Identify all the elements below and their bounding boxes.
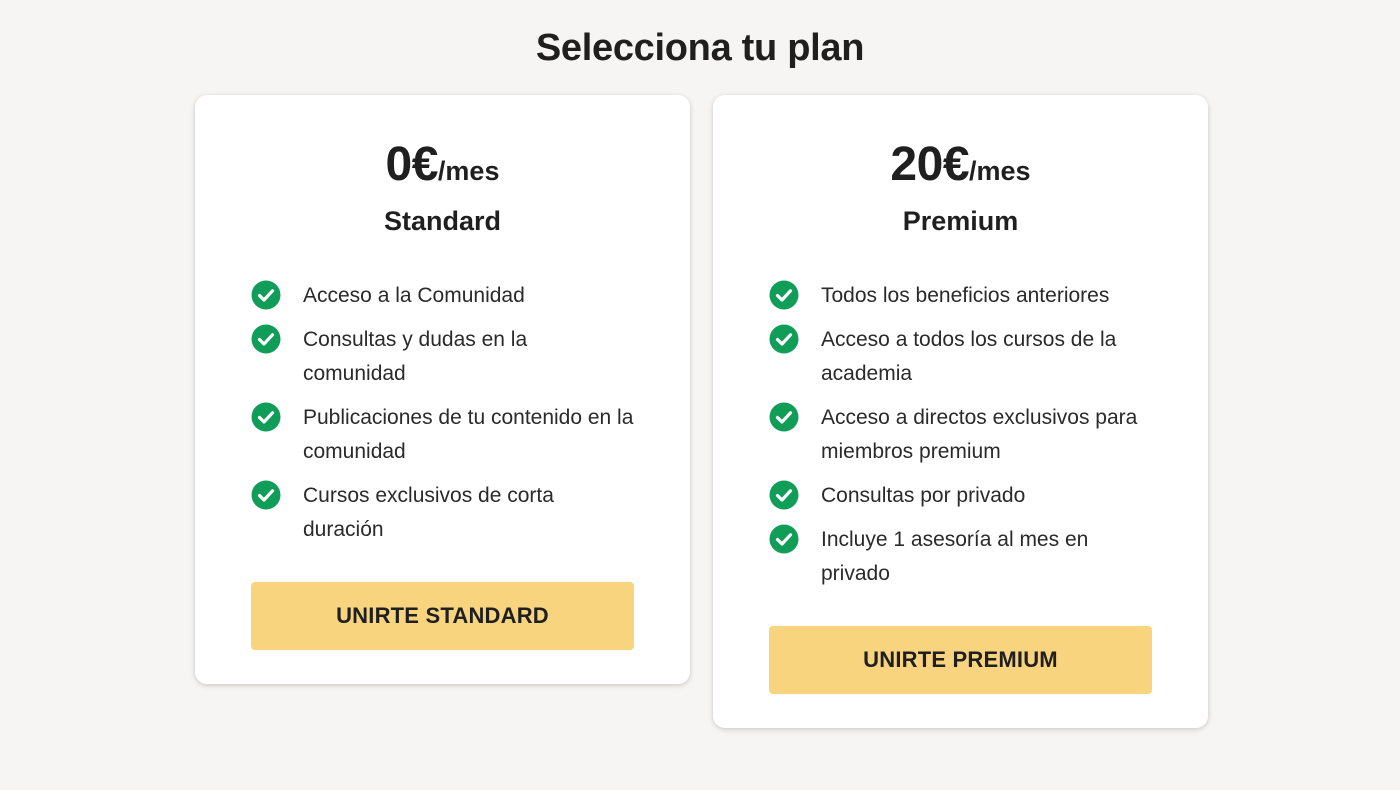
check-circle-icon [251, 324, 281, 354]
feature-item: Acceso a la Comunidad [251, 279, 634, 313]
price: 0€/mes [251, 137, 634, 193]
check-circle-icon [769, 402, 799, 432]
plan-name: Standard [383, 206, 502, 236]
feature-text: Publicaciones de tu contenido en la comu… [303, 406, 634, 463]
feature-text: Incluye 1 asesoría al mes en privado [821, 528, 1089, 585]
check-circle-icon [769, 324, 799, 354]
check-circle-icon [251, 480, 281, 510]
feature-item: Todos los beneficios anteriores [769, 279, 1152, 313]
price-period: /mes [969, 156, 1031, 186]
feature-text: Acceso a la Comunidad [303, 284, 525, 307]
feature-text: Consultas por privado [821, 484, 1026, 507]
plans-container: 0€/mes Standard Acceso a la Comunidad Co… [195, 95, 1208, 728]
plan-name: Premium [902, 206, 1019, 236]
feature-item: Publicaciones de tu contenido en la comu… [251, 401, 634, 469]
feature-text: Consultas y dudas en la comunidad [303, 328, 528, 385]
feature-text: Cursos exclusivos de corta duración [303, 484, 554, 541]
feature-item: Cursos exclusivos de corta duración [251, 479, 634, 547]
page-title: Selecciona tu plan [535, 27, 865, 69]
check-circle-icon [251, 280, 281, 310]
check-circle-icon [251, 402, 281, 432]
feature-text: Acceso a directos exclusivos para miembr… [821, 406, 1138, 463]
price: 20€/mes [769, 137, 1152, 193]
plan-card-standard: 0€/mes Standard Acceso a la Comunidad Co… [195, 95, 690, 684]
feature-item: Incluye 1 asesoría al mes en privado [769, 523, 1152, 591]
price-amount: 0€ [385, 138, 439, 191]
feature-item: Acceso a todos los cursos de la academia [769, 323, 1152, 391]
feature-text: Acceso a todos los cursos de la academia [821, 328, 1117, 385]
check-circle-icon [769, 480, 799, 510]
check-circle-icon [769, 524, 799, 554]
price-amount: 20€ [890, 138, 970, 191]
feature-item: Consultas y dudas en la comunidad [251, 323, 634, 391]
feature-text: Todos los beneficios anteriores [821, 284, 1110, 307]
join-premium-button[interactable]: UNIRTE PREMIUM [769, 626, 1152, 694]
check-circle-icon [769, 280, 799, 310]
feature-item: Acceso a directos exclusivos para miembr… [769, 401, 1152, 469]
price-period: /mes [437, 156, 500, 186]
feature-list: Acceso a la Comunidad Consultas y dudas … [251, 279, 634, 547]
feature-list: Todos los beneficios anteriores Acceso a… [769, 279, 1152, 591]
feature-item: Consultas por privado [769, 479, 1152, 513]
join-standard-button[interactable]: UNIRTE STANDARD [251, 582, 634, 650]
plan-card-premium: 20€/mes Premium Todos los beneficios ant… [713, 95, 1208, 728]
